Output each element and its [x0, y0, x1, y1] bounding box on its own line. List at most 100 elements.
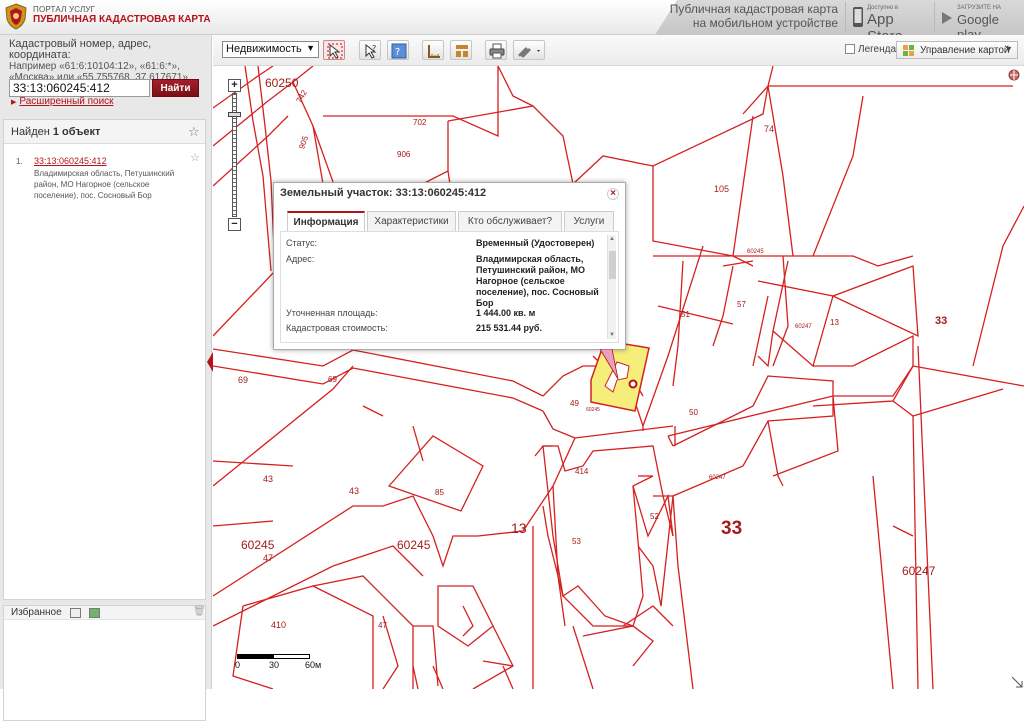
parcel-label: 410: [271, 620, 287, 630]
parcel-label: 60247: [709, 475, 726, 481]
parcel-label: 105: [714, 184, 730, 194]
scale-label: 0: [235, 660, 241, 670]
print-button[interactable]: [485, 40, 507, 60]
advanced-search-label: Расширенный поиск: [19, 96, 114, 107]
popup-title: Земельный участок: 33:13:060245:412: [280, 187, 487, 199]
resize-icon[interactable]: [1011, 676, 1023, 688]
search-hint-lead: Кадастровый номер, адрес, координата:: [9, 38, 152, 61]
globe-icon[interactable]: [1008, 69, 1020, 81]
close-icon[interactable]: ×: [607, 188, 619, 200]
info-label: Адрес:: [286, 254, 315, 264]
parcel-label: 60250: [265, 76, 299, 90]
header: ПОРТАЛ УСЛУГ ПУБЛИЧНАЯ КАДАСТРОВАЯ КАРТА…: [0, 0, 1024, 45]
info-label: Статус:: [286, 238, 317, 248]
parcel-label: 60245: [241, 538, 275, 552]
layers-button[interactable]: [450, 40, 472, 60]
parcel-label: 33: [721, 518, 743, 539]
trash-icon[interactable]: 🗑: [193, 606, 206, 617]
google-play-icon: [942, 12, 952, 24]
tab-who-serves[interactable]: Кто обслуживает?: [458, 211, 562, 231]
results-prefix: Найден: [11, 126, 53, 138]
export-icon[interactable]: [89, 608, 100, 618]
parcel-label: 33: [935, 315, 948, 327]
results-header: Найден 1 объект ☆: [4, 120, 205, 144]
legend-checkbox[interactable]: [845, 44, 855, 54]
find-button[interactable]: Найти: [152, 79, 199, 97]
measure-icon: [428, 45, 440, 58]
portal-title[interactable]: ПУБЛИЧНАЯ КАДАСТРОВАЯ КАРТА: [33, 14, 211, 25]
results-panel: Найден 1 объект ☆ 1. 33:13:060245:412 Вл…: [3, 119, 206, 600]
tab-info[interactable]: Информация: [287, 211, 365, 231]
info-value: 215 531.44 руб.: [476, 323, 542, 333]
location-marker-icon[interactable]: [628, 379, 638, 389]
scale-segment: [273, 654, 310, 659]
mobile-promo-text: Публичная кадастровая карта на мобильном…: [670, 2, 838, 30]
star-icon[interactable]: ☆: [190, 153, 200, 164]
map-canvas[interactable]: 60250 742 905 906 702 74 105 60245 51 57…: [213, 66, 1024, 689]
caret-down-icon: ▼: [1004, 44, 1013, 54]
zoom-control: + −: [228, 79, 242, 231]
tab-services[interactable]: Услуги: [564, 211, 614, 231]
parcel-label: 60245: [397, 538, 431, 552]
result-address: Владимирская область, Петушинский район,…: [34, 169, 175, 200]
favorites-title: Избранное: [11, 607, 62, 618]
grid-icon: [903, 45, 914, 56]
parcel-label: 85: [435, 488, 444, 497]
scroll-up-icon[interactable]: ▲: [609, 236, 615, 242]
parcel-label: 74: [764, 124, 775, 134]
search-input[interactable]: [9, 79, 150, 97]
zoom-slider-handle[interactable]: [228, 112, 241, 117]
coat-of-arms-icon[interactable]: [4, 3, 28, 30]
info-value: Временный (Удостоверен): [476, 238, 595, 248]
svg-text:?: ?: [395, 47, 400, 58]
import-icon[interactable]: [70, 608, 81, 618]
print-icon: [489, 43, 505, 59]
legend-label[interactable]: Легенда: [858, 44, 896, 55]
info-label: Кадастровая стоимость:: [286, 323, 388, 333]
parcel-label: 43: [263, 474, 274, 484]
favorites-header: Избранное 🗑: [4, 606, 206, 620]
star-icon[interactable]: ☆: [188, 124, 200, 140]
parcel-label: 702: [413, 118, 427, 127]
parcel-label: 52: [650, 512, 659, 521]
zoom-in-button[interactable]: +: [228, 79, 241, 92]
link-button[interactable]: [513, 40, 545, 60]
link-icon: [518, 47, 540, 58]
sidebar: Кадастровый номер, адрес, координата: На…: [0, 35, 212, 721]
phone-icon: [853, 7, 863, 27]
googleplay-button[interactable]: ЗАГРУЗИТЕ НА Google play: [934, 2, 1024, 42]
info-icon: ?: [391, 43, 407, 59]
measure-button[interactable]: [422, 40, 444, 60]
parcel-label: 906: [397, 150, 411, 159]
result-link[interactable]: 33:13:060245:412: [34, 156, 107, 167]
scale-segment: [237, 654, 274, 659]
googleplay-small: ЗАГРУЗИТЕ НА: [957, 5, 1002, 11]
parcel-label: 51: [681, 310, 690, 319]
advanced-search-link[interactable]: ▶ Расширенный поиск: [11, 96, 114, 107]
map-management-label: Управление картой: [920, 45, 1010, 56]
promo-line-2: на мобильном устройстве: [692, 16, 838, 30]
identify-button[interactable]: ?: [359, 40, 381, 60]
scroll-down-icon[interactable]: ▼: [609, 332, 615, 338]
info-value: 1 444.00 кв. м: [476, 308, 536, 318]
favorites-panel: Избранное 🗑: [3, 605, 206, 721]
popup-pointer: [599, 349, 619, 380]
identify-icon: ?: [365, 43, 377, 59]
realty-select[interactable]: Недвижимость ▼: [222, 41, 319, 58]
zoom-out-button[interactable]: −: [228, 218, 241, 231]
realty-select-value: Недвижимость: [226, 43, 302, 55]
appstore-button[interactable]: Доступно в App Store: [845, 2, 933, 45]
parcel-label: 69: [328, 375, 337, 384]
select-arrow-button[interactable]: [323, 40, 345, 60]
info-label: Уточненная площадь:: [286, 308, 378, 318]
portal-subtitle: ПОРТАЛ УСЛУГ: [33, 5, 96, 14]
popup-scrollbar[interactable]: ▲ ▼: [607, 235, 616, 339]
map-management-dropdown[interactable]: Управление картой ▼: [896, 41, 1018, 59]
parcel-label: 60247: [795, 324, 812, 330]
tab-characteristics[interactable]: Характеристики: [367, 211, 456, 231]
layers-icon: [456, 45, 468, 57]
info-button[interactable]: ?: [387, 40, 409, 60]
popup-body: Статус: Временный (Удостоверен) Адрес: В…: [280, 231, 619, 343]
scrollbar-thumb[interactable]: [609, 251, 616, 279]
info-row: Статус: Временный (Удостоверен): [286, 238, 594, 248]
